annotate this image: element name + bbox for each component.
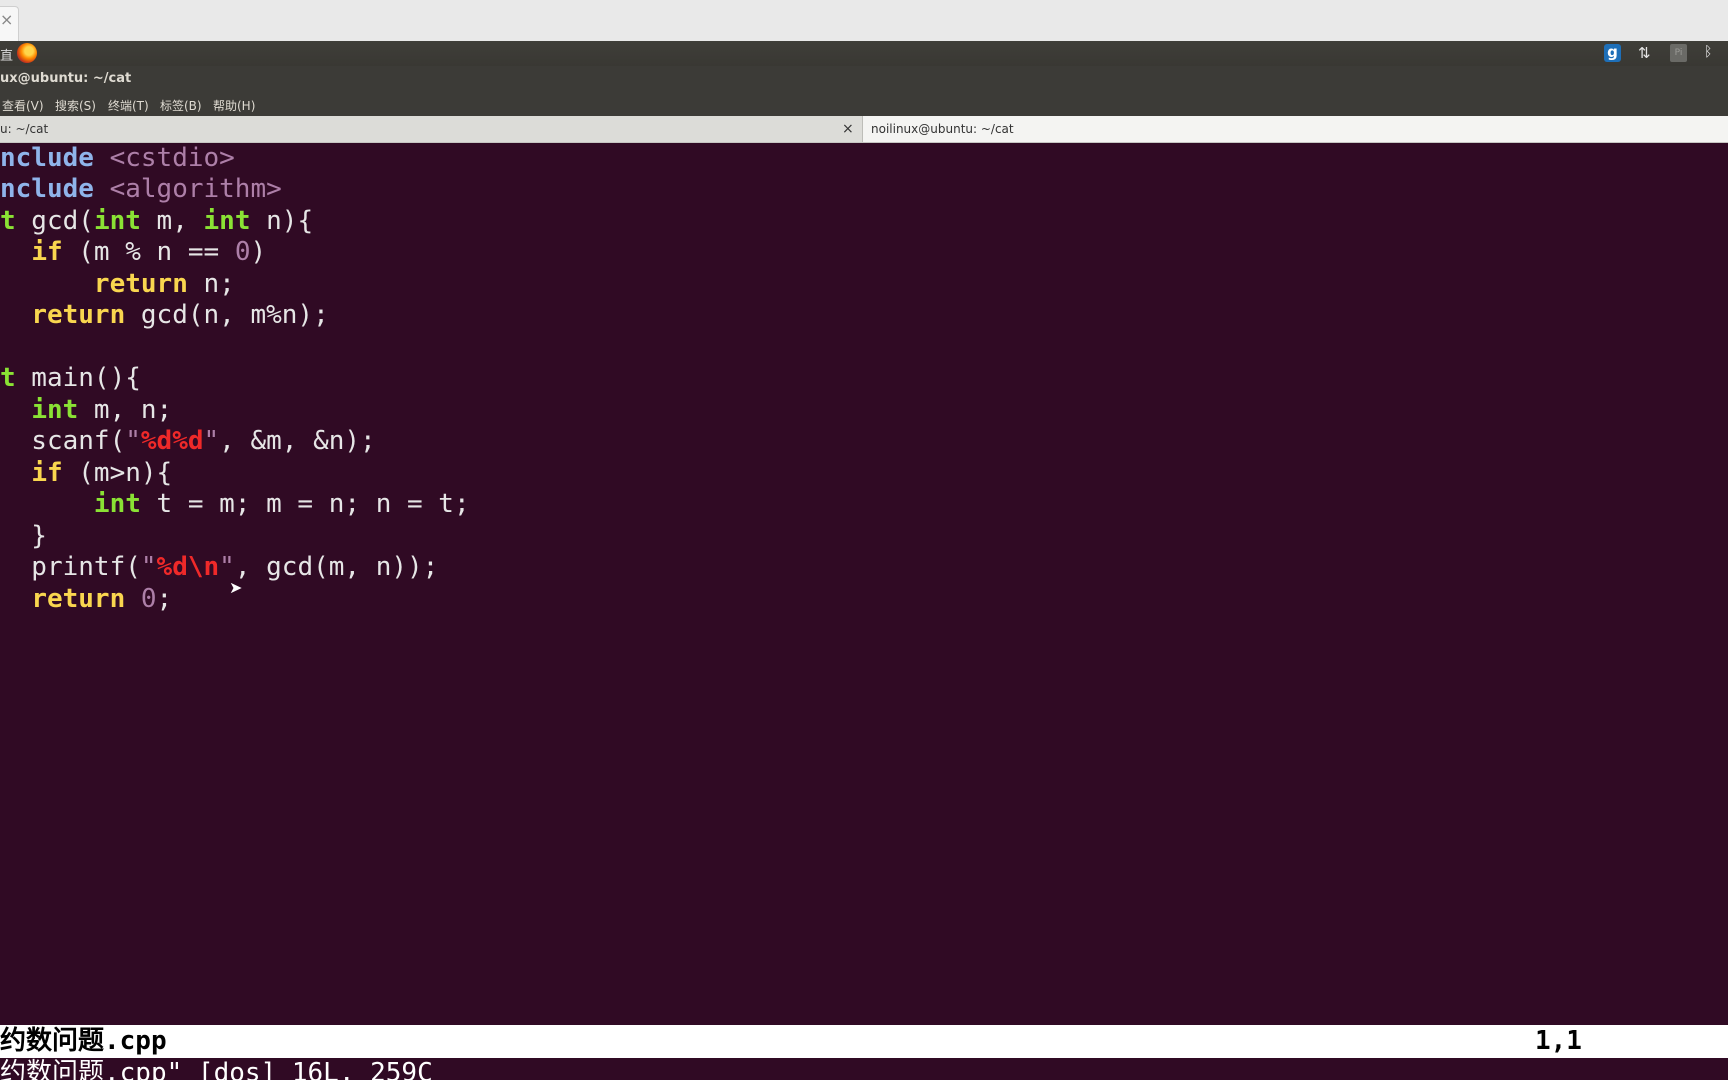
file-info-message: 约数问题.cpp" [dos] 16L, 259C [0, 1058, 433, 1080]
pi-indicator-icon[interactable]: Pi [1670, 44, 1687, 62]
close-icon[interactable]: × [0, 10, 13, 29]
menu-search[interactable]: 搜索(S) [55, 97, 96, 114]
code-line: } [0, 521, 47, 551]
bluetooth-icon[interactable]: ᛒ [1704, 44, 1712, 62]
window-titlebar: ux@ubuntu: ~/cat [0, 66, 1728, 92]
network-icon[interactable]: ⇅ [1638, 44, 1651, 62]
code-line: printf("%d\n", gcd(m, n)); [0, 552, 439, 582]
vim-message-line: 约数问题.cpp" [dos] 16L, 259C [0, 1058, 1728, 1080]
top-panel: 直 g ⇅ Pi ᛒ [0, 41, 1728, 66]
code-line: nclude <cstdio> [0, 143, 235, 173]
close-icon[interactable]: × [842, 116, 854, 142]
code-line: return n; [93, 269, 235, 299]
code-line: int t = m; m = n; n = t; [93, 489, 470, 519]
status-filename: 约数问题.cpp [0, 1026, 167, 1056]
terminal-tabbar: u: ~/cat × noilinux@ubuntu: ~/cat [0, 116, 1728, 143]
mouse-pointer-icon: ➤ [229, 578, 243, 597]
terminal-tab-label: u: ~/cat [0, 122, 49, 136]
code-line: scanf("%d%d", &m, &n); [0, 426, 376, 456]
code-line: int m, n; [31, 395, 173, 425]
terminal-tab-label: noilinux@ubuntu: ~/cat [871, 122, 1014, 136]
input-method-icon[interactable]: g [1604, 44, 1621, 62]
menu-help[interactable]: 帮助(H) [213, 97, 255, 114]
code-line: return gcd(n, m%n); [31, 300, 329, 330]
code-line: t main(){ [0, 363, 141, 393]
menubar: 查看(V) 搜索(S) 终端(T) 标签(B) 帮助(H) [0, 92, 1728, 116]
panel-menu-label[interactable]: 直 [0, 45, 13, 64]
terminal-tab-1[interactable]: u: ~/cat × [0, 116, 863, 142]
menu-view[interactable]: 查看(V) [2, 97, 44, 114]
code-line: t gcd(int m, int n){ [0, 206, 314, 236]
code-line: if (m % n == 0) [31, 237, 267, 267]
code-line: return 0; [31, 584, 173, 614]
code-line: if (m>n){ [31, 458, 173, 488]
code-line: nclude <algorithm> [0, 174, 282, 204]
window-title: ux@ubuntu: ~/cat [0, 71, 132, 86]
terminal-tab-2[interactable]: noilinux@ubuntu: ~/cat [863, 116, 1728, 142]
menu-tabs[interactable]: 标签(B) [160, 97, 202, 114]
menu-terminal[interactable]: 终端(T) [108, 97, 149, 114]
firefox-icon[interactable] [17, 43, 37, 63]
vim-status-line: 约数问题.cpp 1,1 [0, 1025, 1728, 1058]
browser-tab-strip: × [0, 0, 1728, 42]
cursor-position: 1,1 [1535, 1026, 1582, 1056]
